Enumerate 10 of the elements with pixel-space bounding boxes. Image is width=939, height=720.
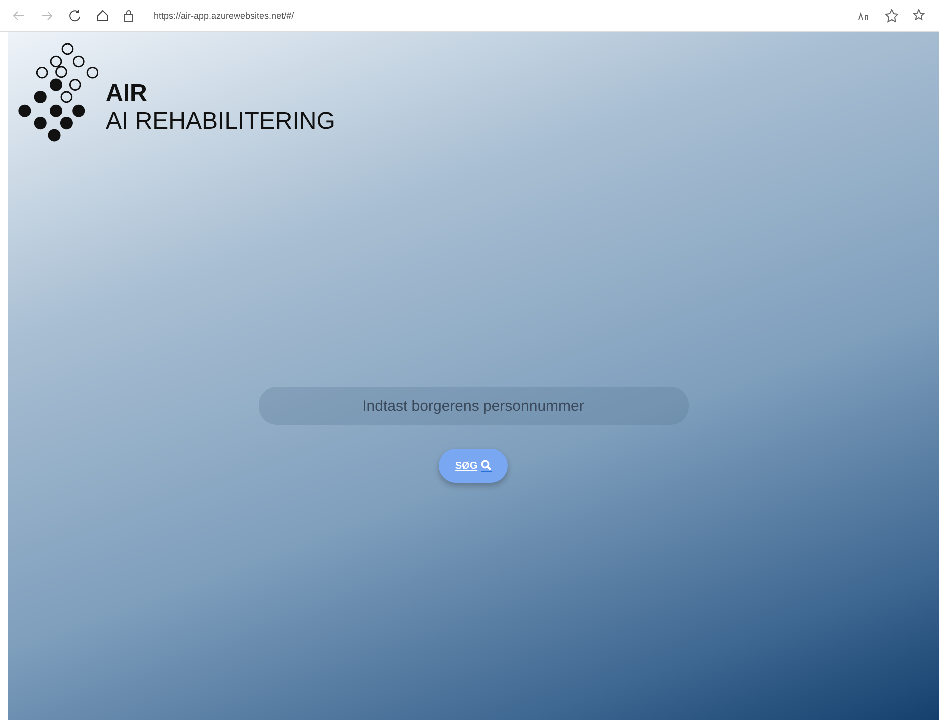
app-subtitle: AI REHABILITERING: [106, 108, 336, 136]
address-bar[interactable]: https://air-app.azurewebsites.net/#/: [154, 10, 294, 20]
search-icon: [480, 460, 492, 472]
home-icon[interactable]: [96, 8, 110, 22]
refresh-icon[interactable]: [68, 8, 82, 22]
logo-icon: [18, 42, 98, 142]
star-icon[interactable]: [885, 8, 899, 22]
lock-icon: [124, 8, 134, 22]
favorites-icon[interactable]: [913, 8, 927, 22]
app-title: AIR: [106, 80, 148, 108]
